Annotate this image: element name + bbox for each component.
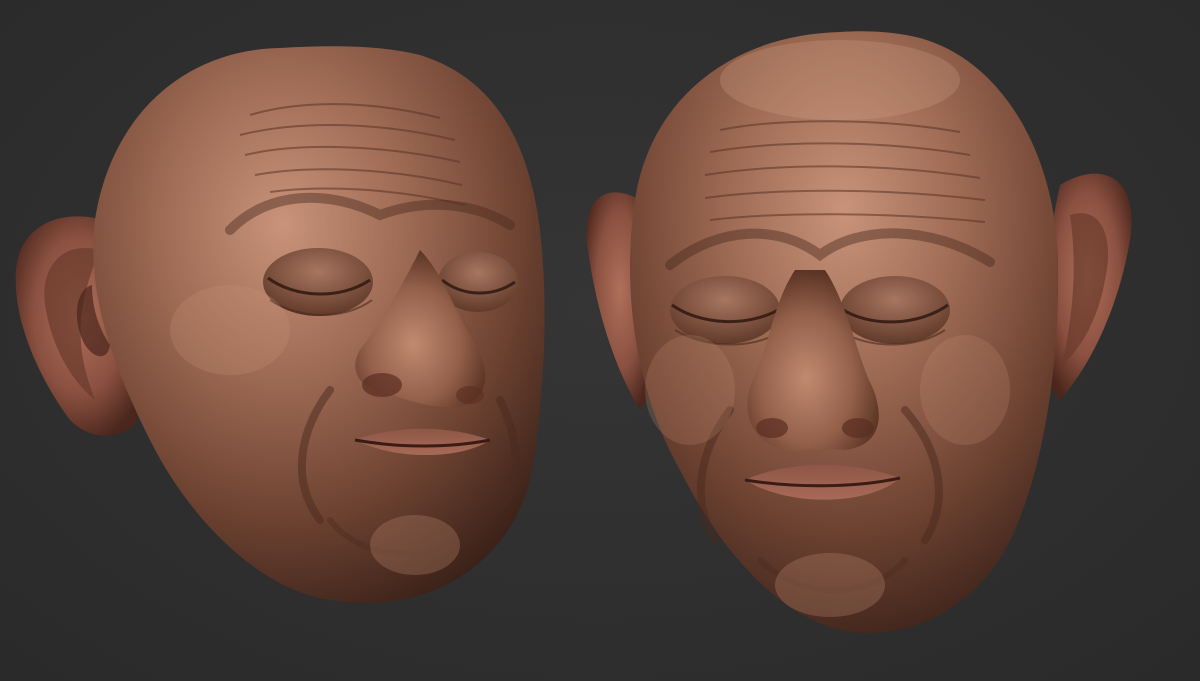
right-head-eye-left [670,276,780,344]
head-left [15,46,545,603]
sculpt-render [15,31,1132,634]
head-right [586,31,1132,634]
render-viewport [0,0,1200,681]
right-head-eye-right [840,276,950,344]
